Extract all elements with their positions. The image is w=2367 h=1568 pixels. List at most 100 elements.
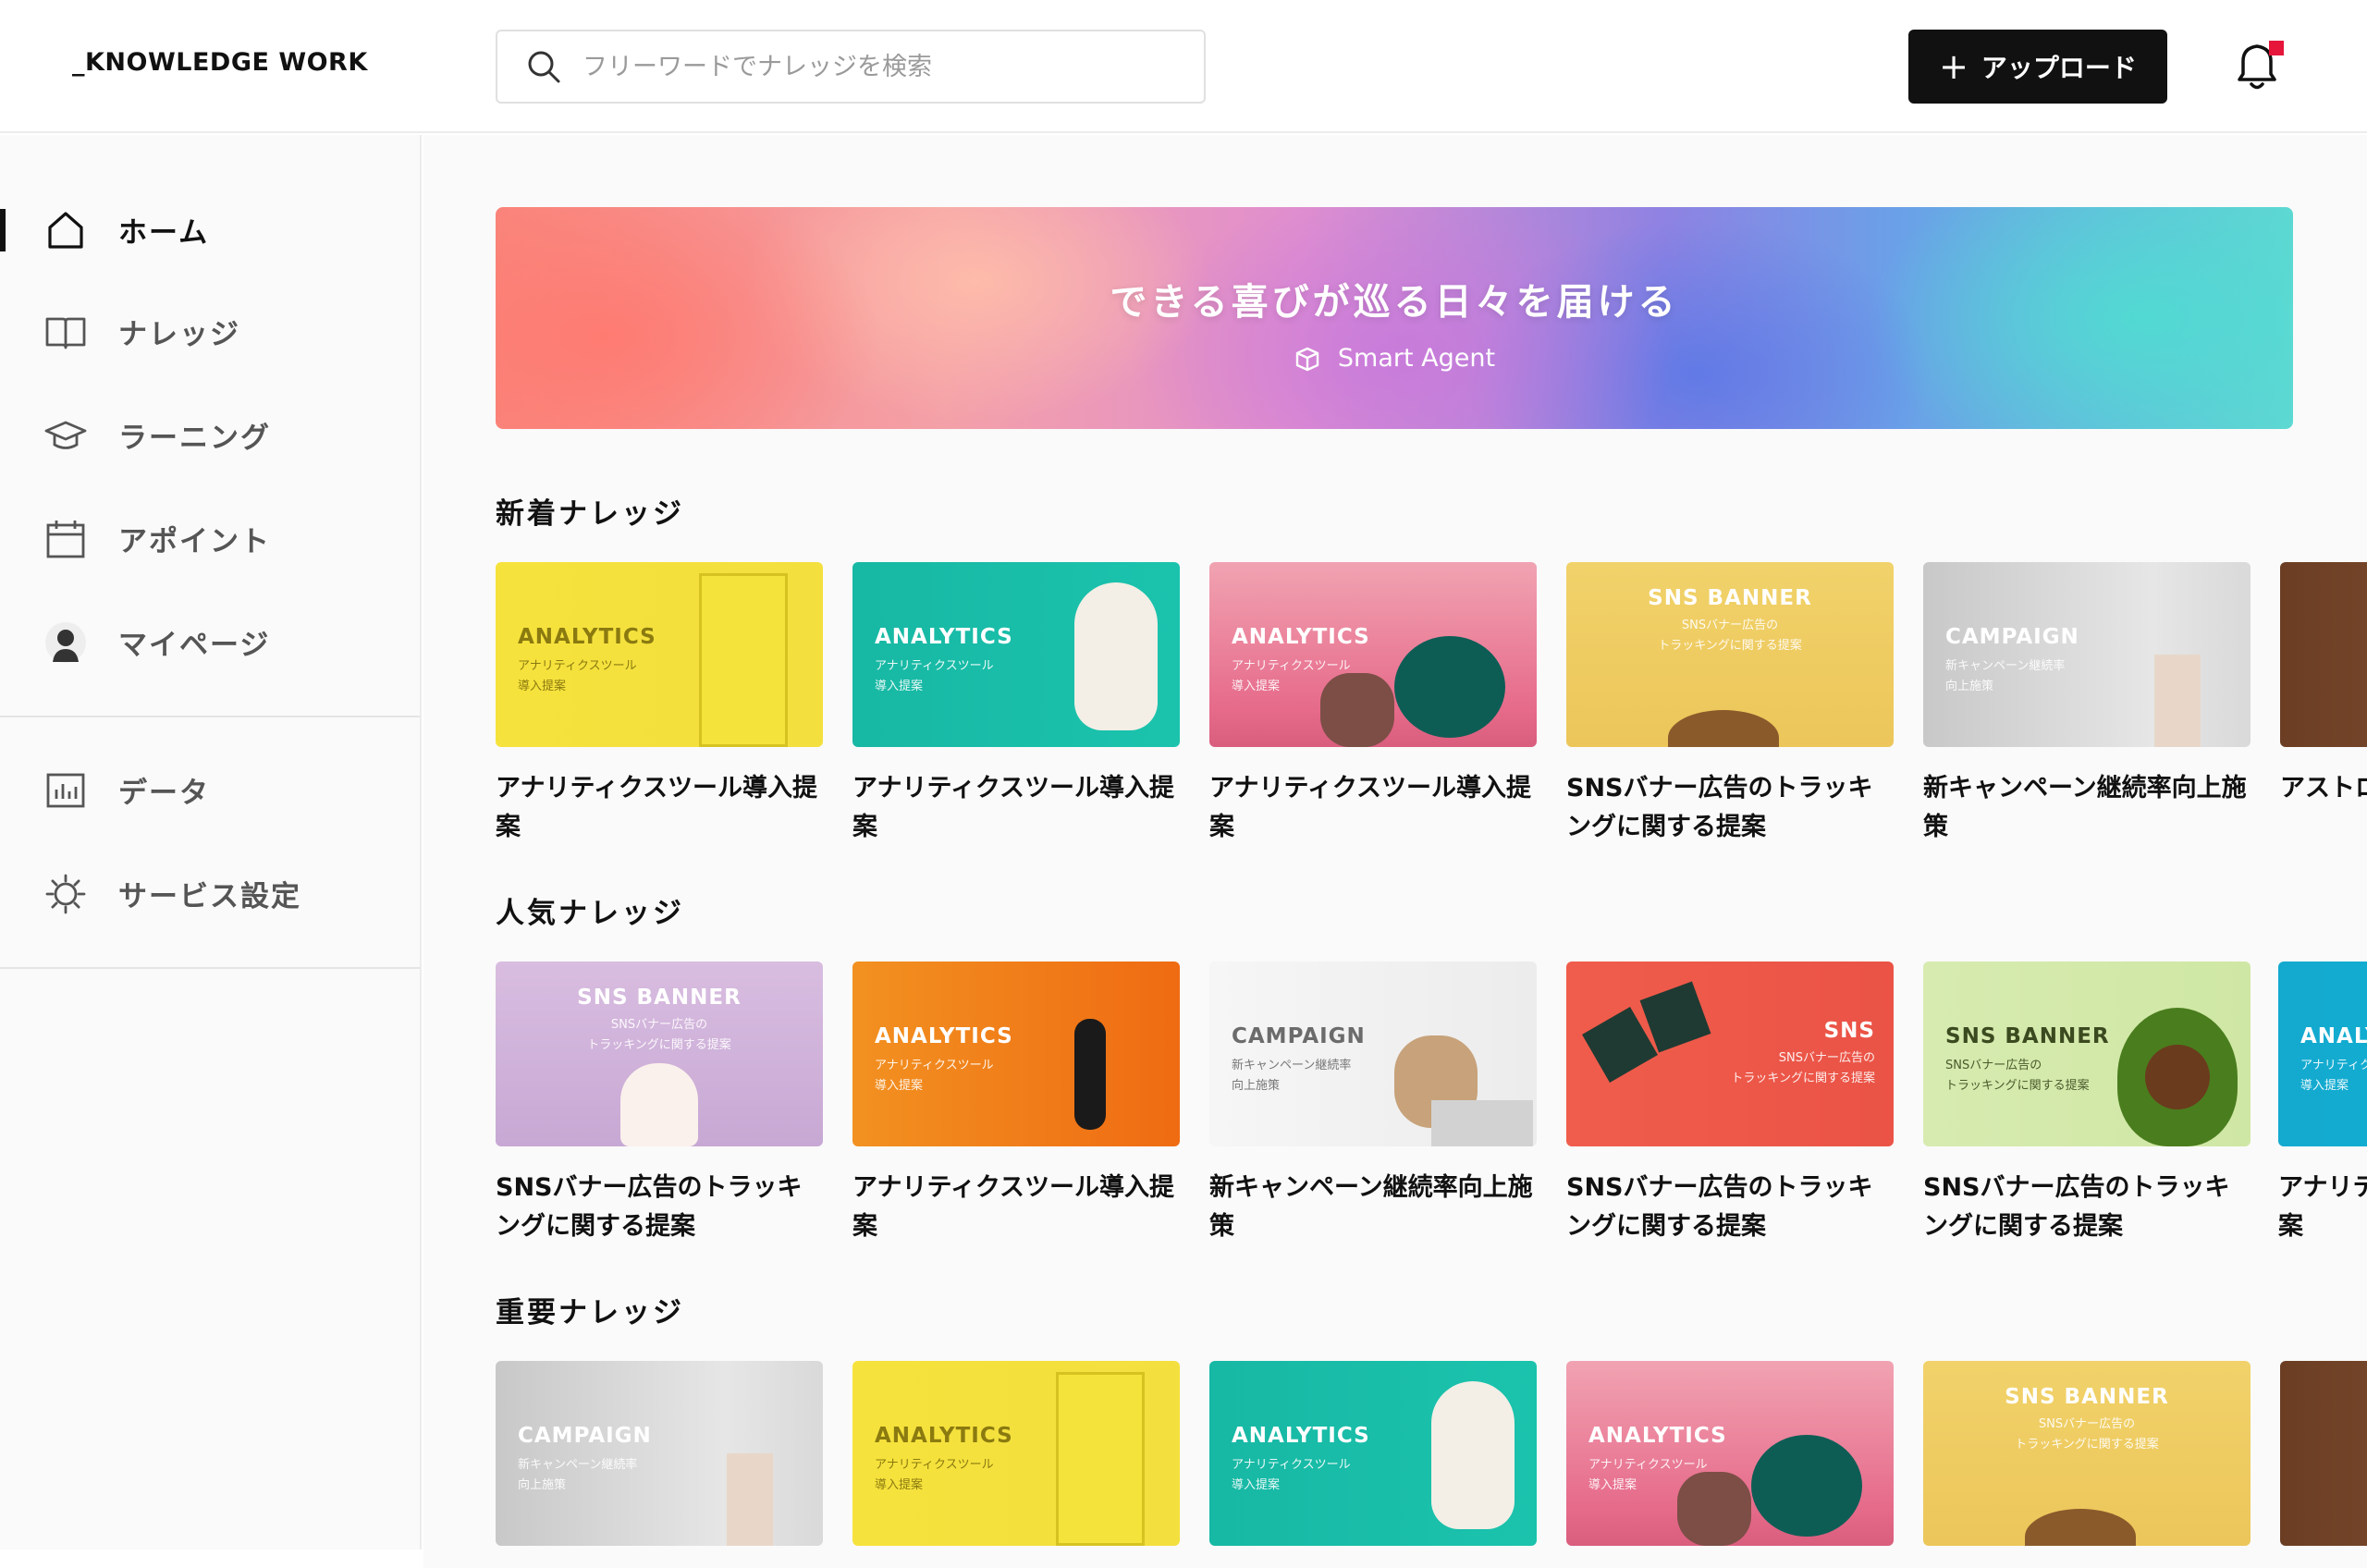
card-tag-sub: アナリティクスツール 導入提案 [1588, 1458, 1708, 1492]
search-box[interactable] [496, 30, 1206, 104]
knowledge-card[interactable]: ANALYTICS アナリティクスツール 導入提案 アナリティクスツール導入提案 [852, 562, 1180, 847]
card-thumbnail: CAMPAIGN 新キャンペーン継続率 向上施策 [1209, 962, 1537, 1146]
card-tag: SNS BANNER [1945, 1024, 2110, 1048]
knowledge-card[interactable]: アストロ [2280, 562, 2367, 808]
knowledge-card[interactable]: CAMPAIGN 新キャンペーン継続率 向上施策 [496, 1361, 823, 1546]
sidebar-item-knowledge[interactable]: ナレッジ [0, 294, 420, 368]
card-tag: CAMPAIGN [1945, 625, 2079, 649]
card-tag-sub: アナリティクスツール 導入提案 [875, 659, 994, 693]
knowledge-card[interactable]: SNS BANNER SNSバナー広告の トラッキングに関する提案 [1923, 1361, 2250, 1546]
card-thumbnail: ANALYTICS アナリティクスツール 導入提案 [852, 1361, 1180, 1546]
sidebar-item-mypage[interactable]: マイページ [0, 605, 420, 679]
knowledge-card[interactable]: SNS BANNER SNSバナー広告の トラッキングに関する提案 SNSバナー… [1923, 962, 2250, 1246]
milkshake-illustration [620, 1063, 698, 1146]
card-title: アナリティクスツール導入提案 [496, 774, 818, 841]
avocado-seed-illustration [2145, 1045, 2210, 1109]
knowledge-card[interactable]: ANALYTICS アナリティクスツール 導入提案 アナリティクスツール導入提案 [496, 562, 823, 847]
knowledge-card[interactable]: ANALYTICS アナリティクスツール 導入提案 アナリティクスツール導入提案 [852, 962, 1180, 1246]
card-title: SNSバナー広告のトラッキングに関する提案 [1566, 774, 1873, 841]
sidebar-item-label: アポイント [118, 524, 271, 558]
sidebar-item-learning[interactable]: ラーニング [0, 398, 420, 472]
card-tag-sub: SNSバナー広告の トラッキングに関する提案 [1731, 1051, 1875, 1085]
card-thumbnail: SNS BANNER SNSバナー広告の トラッキングに関する提案 [1566, 562, 1894, 747]
notification-bell-icon[interactable] [2226, 33, 2291, 98]
knowledge-card[interactable] [2280, 1361, 2367, 1546]
knowledge-card[interactable]: CAMPAIGN 新キャンペーン継続率 向上施策 新キャンペーン継続率向上施策 [1209, 962, 1537, 1246]
card-tag: ANALYTICS [875, 1024, 1013, 1048]
card-tag: SNS BANNER [1648, 586, 1812, 610]
card-tag: ANALYTICS [875, 1424, 1013, 1448]
search-icon [528, 51, 560, 83]
card-tag-sub: アナリティクスツール 導入提案 [875, 1458, 994, 1492]
sidebar-item-appointment[interactable]: アポイント [0, 501, 420, 575]
microphone-illustration [1074, 1019, 1106, 1130]
card-thumbnail: ANALYTICS アナリティクスツール 導入提案 [496, 562, 823, 747]
box-icon [1295, 347, 1319, 371]
rabbit-illustration [1074, 582, 1158, 730]
knowledge-card[interactable]: SNS BANNER SNSバナー広告の トラッキングに関する提案 SNSバナー… [496, 962, 823, 1246]
sidebar: ホーム ナレッジ ラーニング アポイント マイページ データ サービス設定 [0, 135, 422, 1550]
sidebar-item-data[interactable]: データ [0, 753, 420, 827]
app-header: _KNOWLEDGE WORK + アップロード [0, 0, 2367, 133]
card-thumbnail: SNS BANNER SNSバナー広告の トラッキングに関する提案 [1923, 1361, 2250, 1546]
upload-button[interactable]: + アップロード [1908, 30, 2167, 104]
card-tag-sub: SNSバナー広告の トラッキングに関する提案 [1658, 619, 1802, 653]
sidebar-item-label: ナレッジ [118, 317, 240, 351]
teapot-illustration [1751, 1435, 1862, 1537]
card-thumbnail [2280, 1361, 2367, 1546]
hero-banner[interactable]: できる喜びが巡る日々を届ける Smart Agent [496, 207, 2293, 429]
door-illustration [1056, 1372, 1145, 1546]
sidebar-item-home[interactable]: ホーム [0, 192, 420, 266]
card-tag: CAMPAIGN [518, 1424, 652, 1448]
hero-subtitle: Smart Agent [496, 344, 2293, 373]
knowledge-card[interactable]: ANALYTICS アナリティクスツール 導入提案 アナリティクスツール導入提案 [1209, 562, 1537, 847]
card-title: アナリティクスツール導入提案 [1209, 774, 1532, 841]
user-avatar-icon [45, 622, 86, 663]
card-tag-sub: アナリティクスツール 導入提案 [875, 1059, 994, 1093]
sidebar-divider [0, 716, 420, 717]
card-tag-sub: SNSバナー広告の トラッキングに関する提案 [1945, 1059, 2090, 1093]
notification-badge [2269, 41, 2284, 55]
book-icon [45, 317, 86, 349]
card-thumbnail [2280, 562, 2367, 747]
knowledge-card[interactable]: ANALYTICS アナリティクスツール 導入提案 [1566, 1361, 1894, 1546]
card-tag: SNS BANNER [577, 986, 742, 1010]
section-title-important: 重要ナレッジ [496, 1296, 684, 1329]
rabbit-illustration [1431, 1381, 1515, 1529]
app-logo[interactable]: _KNOWLEDGE WORK [72, 48, 368, 77]
mug-illustration [1668, 710, 1779, 747]
bar-chart-icon [46, 773, 85, 808]
plus-icon: + [1939, 46, 1968, 87]
card-tag-sub: アナリティクスツール 導入提案 [518, 659, 637, 693]
knowledge-card[interactable]: SNS BANNER SNSバナー広告の トラッキングに関する提案 SNSバナー… [1566, 562, 1894, 847]
card-tag: SNS [1823, 1019, 1875, 1043]
card-title: SNSバナー広告のトラッキングに関する提案 [496, 1173, 803, 1241]
card-title: アナリティクスツール導入提案 [852, 774, 1175, 841]
card-thumbnail: ANALYTICS アナリティクスツール 導入提案 [2278, 962, 2367, 1146]
home-icon [48, 212, 83, 249]
card-tag: ANALYTICS [1232, 1424, 1370, 1448]
card-title: SNSバナー広告のトラッキングに関する提案 [1923, 1173, 2230, 1241]
sidebar-item-label: サービス設定 [118, 879, 301, 913]
card-tag-sub: アナリティクスツール 導入提案 [2300, 1059, 2367, 1093]
gear-icon [45, 874, 86, 914]
door-illustration [699, 573, 788, 747]
card-tag: ANALYTICS [1232, 625, 1370, 649]
card-title: 新キャンペーン継続率向上施策 [1923, 774, 2247, 841]
card-thumbnail: CAMPAIGN 新キャンペーン継続率 向上施策 [496, 1361, 823, 1546]
knowledge-card[interactable]: ANALYTICS アナリティクスツール 導入提案 [1209, 1361, 1537, 1546]
knowledge-card[interactable]: ANALYTICS アナリティクスツール 導入提案 [852, 1361, 1180, 1546]
card-thumbnail: SNS BANNER SNSバナー広告の トラッキングに関する提案 [1923, 962, 2250, 1146]
search-input[interactable] [583, 52, 1174, 81]
teapot-illustration [1394, 636, 1505, 738]
knowledge-card[interactable]: ANALYTICS アナリティクスツール 導入提案 アナリティクスツール導入提案 [2278, 962, 2367, 1246]
laptop-illustration [1431, 1100, 1533, 1146]
main-content: できる喜びが巡る日々を届ける Smart Agent 新着ナレッジ ANALYT… [423, 135, 2367, 1568]
sidebar-item-service-settings[interactable]: サービス設定 [0, 856, 420, 930]
card-tag: CAMPAIGN [1232, 1024, 1366, 1048]
card-thumbnail: ANALYTICS アナリティクスツール 導入提案 [852, 562, 1180, 747]
card-tag: ANALYTICS [518, 625, 656, 649]
knowledge-card[interactable]: CAMPAIGN 新キャンペーン継続率 向上施策 新キャンペーン継続率向上施策 [1923, 562, 2250, 847]
knowledge-card[interactable]: SNS SNSバナー広告の トラッキングに関する提案 SNSバナー広告のトラッキ… [1566, 962, 1894, 1246]
card-tag-sub: 新キャンペーン継続率 向上施策 [1945, 659, 2066, 693]
